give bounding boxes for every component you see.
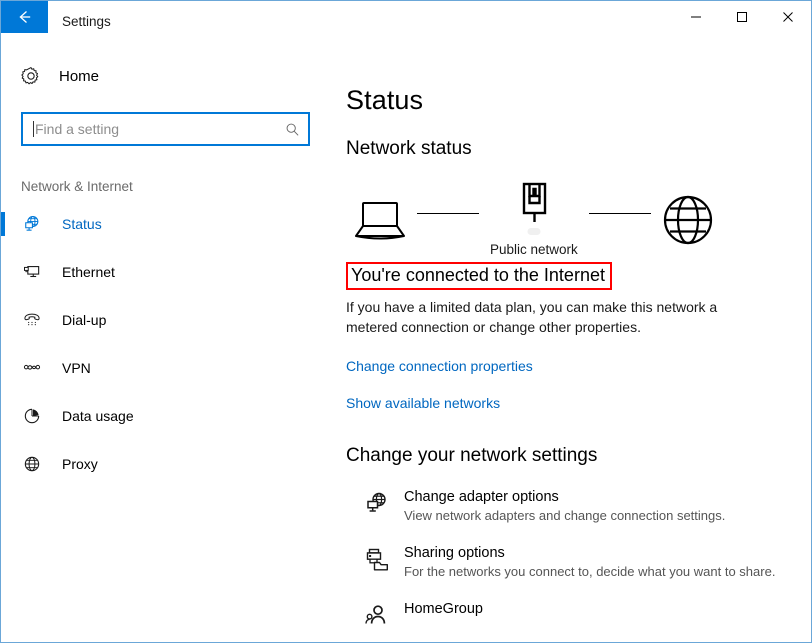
laptop-icon — [355, 201, 405, 239]
window-title: Settings — [62, 13, 111, 29]
sidebar-item-status[interactable]: Status — [1, 200, 330, 248]
search-input[interactable] — [35, 121, 279, 137]
printer-folder-icon — [362, 545, 392, 579]
adapter-globe-monitor-icon — [362, 489, 392, 523]
connection-status-highlight: You're connected to the Internet — [346, 262, 612, 290]
diagram-network: Public network — [490, 182, 578, 257]
sidebar: Home Network & Internet — [1, 41, 330, 642]
setting-change-adapter-options[interactable]: Change adapter options View network adap… — [346, 489, 725, 523]
setting-description: For the networks you connect to, decide … — [404, 564, 776, 580]
globe-icon — [663, 195, 712, 244]
title-bar: Settings — [1, 1, 811, 41]
sidebar-item-label: Proxy — [62, 456, 98, 472]
setting-title: Change adapter options — [404, 489, 559, 506]
settings-window: Settings Home Find a setting Network & I… — [0, 0, 812, 643]
sidebar-item-data-usage[interactable]: Data usage — [1, 392, 330, 440]
maximize-button[interactable] — [719, 1, 765, 32]
diagram-internet — [662, 194, 714, 246]
network-diagram: Public network — [346, 182, 811, 257]
sidebar-item-vpn[interactable]: VPN — [1, 344, 330, 392]
back-button[interactable] — [1, 1, 48, 33]
close-icon — [783, 11, 793, 22]
page-title: Status — [346, 85, 424, 115]
diagram-link-left — [417, 213, 479, 214]
ethernet-icon — [21, 262, 43, 282]
setting-homegroup[interactable]: HomeGroup — [346, 601, 483, 627]
sidebar-item-ethernet[interactable]: Ethernet — [1, 248, 330, 296]
diagram-link-right — [588, 213, 651, 214]
main-scrollbar[interactable] — [805, 41, 811, 642]
window-body: Home Network & Internet — [1, 41, 811, 642]
setting-sharing-options[interactable]: Sharing options For the networks you con… — [346, 545, 775, 579]
sidebar-item-label: Data usage — [62, 408, 134, 424]
setting-text-block: Sharing options For the networks you con… — [404, 545, 775, 579]
connection-status-text: You're connected to the Internet — [351, 265, 605, 285]
link-show-available-networks[interactable]: Show available networks — [346, 395, 500, 411]
sidebar-item-dial-up[interactable]: Dial-up — [1, 296, 330, 344]
connection-description: If you have a limited data plan, you can… — [346, 298, 718, 336]
search-icon[interactable] — [285, 122, 300, 137]
homegroup-people-icon — [362, 601, 392, 627]
diagram-status-dot — [527, 228, 541, 235]
setting-text-block: Change adapter options View network adap… — [404, 489, 725, 523]
change-network-settings-heading: Change your network settings — [346, 445, 598, 467]
window-controls — [673, 1, 811, 41]
sidebar-item-label: VPN — [62, 360, 91, 376]
sidebar-item-proxy[interactable]: Proxy — [1, 440, 330, 488]
setting-text-block: HomeGroup — [404, 601, 483, 627]
main-content: Status Network status Public network You… — [330, 41, 811, 642]
back-arrow-icon — [18, 11, 30, 23]
sidebar-section-label: Network & Internet — [21, 179, 133, 194]
minimize-icon — [691, 16, 701, 17]
sidebar-item-label: Ethernet — [62, 264, 115, 280]
text-caret — [33, 121, 34, 137]
diagram-network-caption: Public network — [490, 242, 578, 257]
network-status-icon — [21, 214, 43, 234]
dialup-phone-icon — [21, 310, 43, 330]
sidebar-item-label: Dial-up — [62, 312, 107, 328]
pie-chart-icon — [21, 406, 43, 426]
sidebar-item-home[interactable]: Home — [1, 58, 330, 94]
link-change-connection-properties[interactable]: Change connection properties — [346, 358, 533, 374]
diagram-device — [354, 199, 406, 241]
sidebar-item-label: Status — [62, 216, 102, 232]
sidebar-home-label: Home — [59, 67, 100, 85]
setting-title: Sharing options — [404, 545, 505, 562]
search-box[interactable] — [21, 112, 310, 146]
globe-icon — [21, 454, 43, 474]
close-button[interactable] — [765, 1, 811, 32]
setting-title: HomeGroup — [404, 601, 483, 618]
maximize-icon — [737, 11, 747, 22]
ethernet-port-icon — [522, 182, 547, 222]
network-status-heading: Network status — [346, 138, 472, 159]
vpn-icon — [21, 358, 43, 378]
minimize-button[interactable] — [673, 1, 719, 32]
setting-description: View network adapters and change connect… — [404, 508, 726, 524]
gear-icon — [21, 67, 39, 85]
